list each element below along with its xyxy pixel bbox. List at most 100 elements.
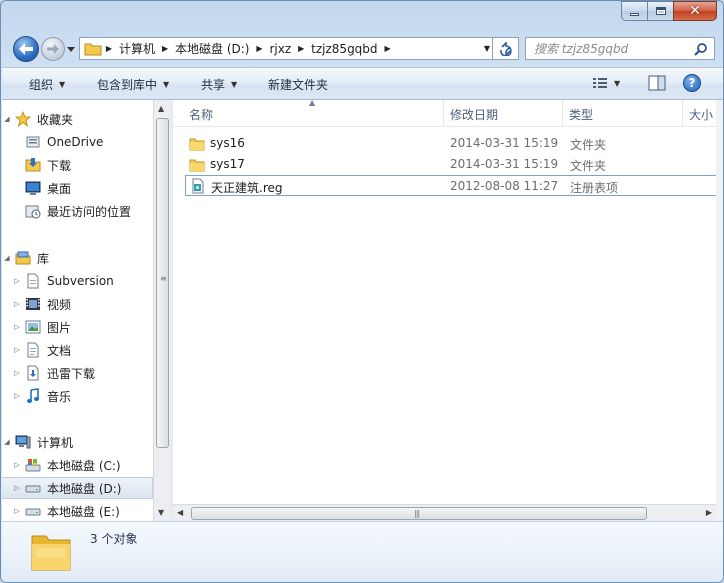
nav-group-favorites[interactable]: ◢ 收藏夹: [2, 108, 153, 130]
breadcrumb-item-current[interactable]: tzjz85gqbd: [308, 42, 380, 56]
column-header-name[interactable]: 名称: [189, 106, 213, 123]
sort-ascending-icon: ▲: [309, 100, 316, 107]
column-headers: ▲ 名称 修改日期 类型 大小: [173, 100, 716, 127]
expand-arrow-icon[interactable]: ◢: [2, 438, 12, 446]
collapse-arrow-icon[interactable]: ▷: [12, 507, 22, 515]
nav-item-subversion[interactable]: ▷ Subversion: [2, 270, 153, 292]
scroll-up-icon[interactable]: ▲: [158, 104, 164, 113]
address-history-chevron-down-icon[interactable]: ▼: [484, 44, 490, 53]
file-type: 文件夹: [570, 159, 607, 173]
expand-arrow-icon[interactable]: ◢: [2, 254, 12, 262]
folder-icon: [84, 43, 102, 55]
collapse-arrow-icon[interactable]: ▷: [12, 369, 22, 377]
nav-item-desktop[interactable]: 桌面: [2, 177, 153, 199]
document-icon: [27, 342, 39, 358]
nav-item-drive-e[interactable]: ▷ 本地磁盘 (E:): [2, 500, 153, 521]
change-view-button[interactable]: ▼: [592, 76, 620, 90]
nav-item-documents[interactable]: ▷ 文档: [2, 339, 153, 361]
expand-arrow-icon[interactable]: ◢: [2, 115, 12, 123]
navigation-bar: ▶ 计算机 ▶ 本地磁盘 (D:) ▶ rjxz ▶ tzjz85gqbd ▶ …: [1, 31, 723, 67]
arrow-right-icon: [47, 44, 59, 54]
back-button[interactable]: [13, 36, 39, 62]
breadcrumb-item-computer[interactable]: 计算机: [116, 40, 158, 57]
collapse-arrow-icon[interactable]: ▷: [12, 346, 22, 354]
file-name: 天正建筑.reg: [211, 181, 283, 195]
breadcrumb-item-drive-d[interactable]: 本地磁盘 (D:): [172, 40, 252, 57]
folder-icon: [189, 138, 205, 150]
computer-icon: [15, 435, 31, 449]
collapse-arrow-icon[interactable]: ▷: [12, 484, 22, 492]
nav-item-label: 桌面: [47, 181, 72, 196]
scroll-right-icon[interactable]: ▶: [706, 508, 712, 517]
column-divider[interactable]: [443, 100, 444, 126]
collapse-arrow-icon[interactable]: ▷: [12, 300, 22, 308]
file-name: sys16: [210, 136, 245, 150]
address-bar[interactable]: ▶ 计算机 ▶ 本地磁盘 (D:) ▶ rjxz ▶ tzjz85gqbd ▶ …: [79, 37, 493, 60]
hard-drive-icon: [25, 508, 41, 516]
search-box: [525, 37, 715, 60]
breadcrumb-chevron-icon[interactable]: ▶: [294, 44, 308, 53]
share-button[interactable]: 共享 ▼: [201, 76, 237, 93]
breadcrumb-item-rjxz[interactable]: rjxz: [266, 42, 294, 56]
scroll-left-icon[interactable]: ◀: [177, 508, 183, 517]
file-name: sys17: [210, 157, 245, 171]
nav-item-label: 视频: [47, 297, 72, 312]
recent-pages-chevron-down-icon[interactable]: [67, 45, 75, 53]
breadcrumb-chevron-icon[interactable]: ▶: [158, 44, 172, 53]
nav-item-recent-places[interactable]: 最近访问的位置: [2, 200, 153, 222]
organize-button[interactable]: 组织 ▼: [29, 76, 65, 93]
help-icon[interactable]: ?: [683, 74, 701, 92]
collapse-arrow-icon[interactable]: ▷: [12, 392, 22, 400]
navigation-pane: ◢ 收藏夹 OneDrive 下载 桌面 最近访问的位置 ◢ 库 ▷ Subve…: [2, 100, 153, 521]
search-input[interactable]: [534, 41, 684, 56]
breadcrumb-chevron-icon[interactable]: ▶: [252, 44, 266, 53]
folder-large-icon: [31, 535, 71, 571]
nav-item-drive-d[interactable]: ▷ 本地磁盘 (D:): [2, 477, 153, 499]
file-row[interactable]: sys16 2014-03-31 15:19 文件夹: [185, 133, 716, 154]
maximize-button[interactable]: [647, 1, 673, 21]
column-header-type[interactable]: 类型: [569, 106, 593, 123]
nav-item-videos[interactable]: ▷ 视频: [2, 293, 153, 315]
navigation-pane-scrollbar[interactable]: ▲ ≡ ▼: [153, 100, 170, 521]
file-row[interactable]: sys17 2014-03-31 15:19 文件夹: [185, 154, 716, 175]
nav-group-label: 收藏夹: [37, 112, 74, 127]
nav-group-libraries[interactable]: ◢ 库: [2, 247, 153, 269]
nav-item-thunder-downloads[interactable]: ▷ 迅雷下载: [2, 362, 153, 384]
collapse-arrow-icon[interactable]: ▷: [12, 461, 22, 469]
nav-item-drive-c[interactable]: ▷ 本地磁盘 (C:): [2, 454, 153, 476]
scroll-down-icon[interactable]: ▼: [158, 508, 164, 517]
breadcrumb-chevron-icon[interactable]: ▶: [381, 44, 395, 53]
forward-button[interactable]: [41, 37, 65, 61]
nav-item-music[interactable]: ▷ 音乐: [2, 385, 153, 407]
maximize-icon: [655, 7, 666, 15]
content-edge: [716, 100, 723, 521]
nav-item-onedrive[interactable]: OneDrive: [2, 131, 153, 153]
column-divider[interactable]: [682, 100, 683, 126]
collapse-arrow-icon[interactable]: ▷: [12, 323, 22, 331]
nav-item-pictures[interactable]: ▷ 图片: [2, 316, 153, 338]
minimize-button[interactable]: [621, 1, 647, 21]
file-type: 注册表项: [570, 181, 619, 195]
refresh-icon: [499, 41, 512, 56]
preview-pane-icon[interactable]: [648, 75, 666, 91]
scrollbar-thumb[interactable]: |||: [191, 507, 647, 520]
column-header-modified[interactable]: 修改日期: [450, 106, 498, 123]
nav-group-computer[interactable]: ◢ 计算机: [2, 431, 153, 453]
breadcrumb-chevron-icon[interactable]: ▶: [102, 44, 116, 53]
nav-item-downloads[interactable]: 下载: [2, 154, 153, 176]
scrollbar-thumb[interactable]: ≡: [156, 118, 169, 448]
music-note-icon: [27, 388, 39, 403]
file-row[interactable]: 天正建筑.reg 2012-08-08 11:27 注册表项: [185, 175, 716, 196]
search-icon[interactable]: [694, 42, 708, 56]
column-header-size[interactable]: 大小: [689, 106, 713, 123]
horizontal-scrollbar[interactable]: ◀ ||| ▶: [173, 504, 716, 521]
column-divider[interactable]: [562, 100, 563, 126]
collapse-arrow-icon[interactable]: ▷: [12, 277, 22, 285]
close-button[interactable]: ✕: [673, 1, 717, 21]
folder-icon: [189, 159, 205, 171]
include-in-library-button[interactable]: 包含到库中 ▼: [97, 76, 169, 93]
file-modified: 2014-03-31 15:19: [450, 136, 559, 150]
star-icon: [15, 111, 31, 127]
new-folder-button[interactable]: 新建文件夹: [268, 76, 328, 93]
refresh-button[interactable]: [493, 37, 519, 60]
